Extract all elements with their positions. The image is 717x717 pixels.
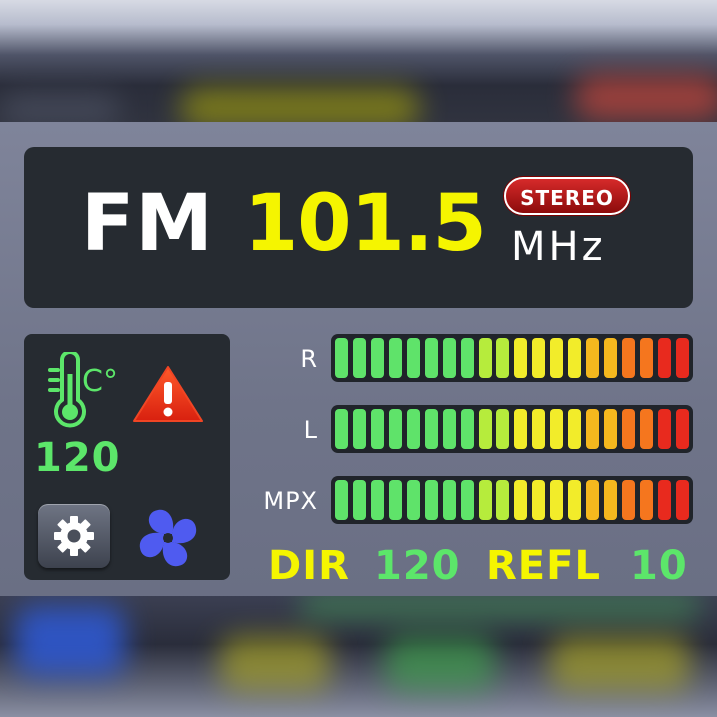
meter-segment [370, 480, 384, 520]
refl-label: REFL [486, 543, 601, 589]
meter-segment [424, 480, 438, 520]
meter-segment [657, 409, 671, 449]
meter-segment [622, 338, 635, 378]
meter-mpx [331, 476, 693, 524]
meter-segment [370, 338, 384, 378]
meter-segment [370, 409, 384, 449]
meter-label-r: R [300, 345, 318, 373]
fan-icon[interactable] [136, 506, 200, 574]
meter-r [331, 334, 693, 382]
meter-segment [460, 338, 474, 378]
celsius-label: C° [82, 364, 118, 399]
meter-segment [675, 338, 689, 378]
band-label: FM [81, 179, 214, 269]
meter-segment [335, 480, 348, 520]
meter-segment [406, 409, 420, 449]
meter-segment [604, 338, 618, 378]
meter-segment [478, 338, 492, 378]
meter-segment [622, 409, 635, 449]
temperature-value: 120 [34, 435, 121, 481]
meter-segment [586, 409, 600, 449]
meter-segment [586, 480, 600, 520]
meter-segment [639, 338, 653, 378]
meter-segment [550, 338, 564, 378]
warning-triangle-icon [132, 364, 204, 428]
meter-segment [568, 480, 582, 520]
meter-segment [496, 409, 510, 449]
meter-segment [639, 409, 653, 449]
meter-segment [532, 338, 546, 378]
meter-segment [388, 409, 402, 449]
meter-segment [406, 338, 420, 378]
meter-segment [460, 409, 474, 449]
meter-segment [604, 480, 618, 520]
meter-segment [335, 338, 348, 378]
radio-device-panel: FM 101.5 STEREO MHz C° 120 R L MPX DIR 1… [0, 122, 717, 596]
meter-segment [639, 480, 653, 520]
meter-segment [657, 480, 671, 520]
meter-segment [532, 409, 546, 449]
meter-segment [568, 338, 582, 378]
dir-value: 120 [374, 543, 461, 589]
status-panel: C° 120 [24, 334, 230, 580]
frequency-value: 101.5 [244, 179, 487, 269]
meter-segment [424, 409, 438, 449]
meter-segment [442, 338, 456, 378]
meter-segment [478, 409, 492, 449]
meter-segment [388, 480, 402, 520]
background-bottom [0, 596, 717, 717]
meter-segment [514, 338, 528, 378]
meter-label-mpx: MPX [263, 487, 318, 515]
gear-icon [54, 516, 94, 556]
meter-segment [675, 480, 689, 520]
meter-segment [550, 409, 564, 449]
meter-segment [514, 480, 528, 520]
meter-segment [424, 338, 438, 378]
meter-segment [406, 480, 420, 520]
stereo-badge: STEREO [504, 177, 630, 215]
meter-segment [604, 409, 618, 449]
meter-segment [460, 480, 474, 520]
meter-label-l: L [303, 416, 318, 444]
refl-value: 10 [630, 543, 688, 589]
meter-segment [442, 409, 456, 449]
meter-segment [514, 409, 528, 449]
meter-segment [496, 338, 510, 378]
meter-segment [622, 480, 635, 520]
thermometer-celsius-icon: C° [40, 350, 120, 436]
meter-segment [335, 409, 348, 449]
meter-segment [352, 409, 366, 449]
meter-segment [657, 338, 671, 378]
meter-segment [352, 338, 366, 378]
meter-segment [532, 480, 546, 520]
meter-segment [568, 409, 582, 449]
meter-segment [478, 480, 492, 520]
meter-segment [675, 409, 689, 449]
frequency-unit: MHz [511, 224, 606, 270]
dir-label: DIR [268, 543, 350, 589]
settings-button[interactable] [38, 504, 110, 568]
background-top [0, 0, 717, 122]
meter-segment [586, 338, 600, 378]
meter-segment [388, 338, 402, 378]
frequency-display: FM 101.5 STEREO MHz [24, 147, 693, 308]
meter-segment [550, 480, 564, 520]
meter-segment [352, 480, 366, 520]
meter-l [331, 405, 693, 453]
meter-segment [442, 480, 456, 520]
meter-segment [496, 480, 510, 520]
